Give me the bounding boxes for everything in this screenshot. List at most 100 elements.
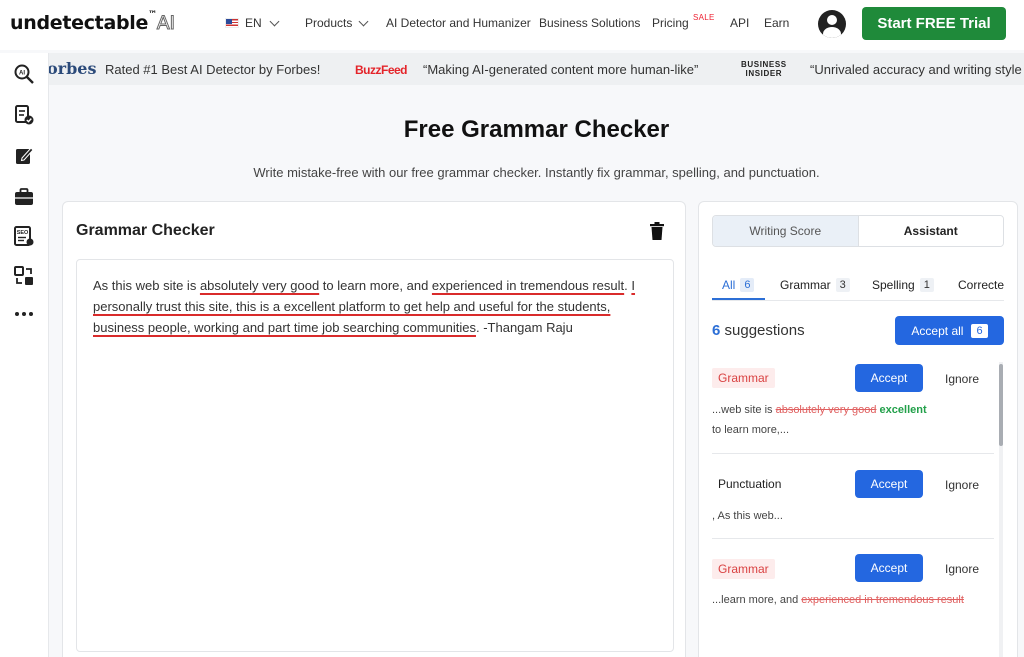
accept-all-button[interactable]: Accept all 6 — [895, 316, 1004, 345]
suggestion-context: ...learn more, and experienced in tremen… — [712, 590, 982, 610]
suggestion-context: ...web site is absolutely very good exce… — [712, 400, 982, 440]
nav-api[interactable]: API — [730, 16, 749, 30]
suggestions-heading: 6 suggestions — [712, 322, 805, 339]
language-label: EN — [245, 16, 262, 30]
forbes-logo: orbes — [49, 59, 97, 78]
nav-products[interactable]: Products — [305, 16, 369, 30]
context-text: , As this web... — [712, 510, 783, 522]
business-insider-logo-line-1: BUSINESS — [741, 60, 787, 69]
accept-button[interactable]: Accept — [855, 554, 923, 582]
press-bar: orbes Rated #1 Best AI Detector by Forbe… — [49, 53, 1024, 85]
buzzfeed-quote: “Making AI-generated content more human-… — [423, 62, 699, 77]
active-tab-indicator — [712, 298, 765, 300]
suggestion-type-badge: Grammar — [712, 368, 775, 388]
tab-grammar-count: 3 — [835, 278, 850, 292]
writing-score-tab[interactable]: Writing Score — [713, 216, 859, 246]
tab-spelling-count: 1 — [919, 278, 934, 292]
context-text: ...learn more, and — [712, 594, 802, 606]
page-title: Free Grammar Checker — [403, 116, 670, 143]
nav-earn-label: Earn — [764, 16, 790, 30]
grammar-error-highlight[interactable]: experienced in tremendous result — [432, 278, 624, 293]
tabs-divider — [712, 300, 1004, 301]
suggestions-scrollbar-thumb[interactable] — [999, 364, 1003, 446]
document-check-icon[interactable] — [13, 104, 35, 126]
tool-sidebar: AI SEO — [0, 53, 49, 657]
tab-all[interactable]: All 6 — [722, 278, 755, 292]
text-editor[interactable]: As this web site is absolutely very good… — [76, 259, 674, 652]
seo-report-icon[interactable]: SEO — [13, 225, 35, 247]
nav-ai-detector[interactable]: AI Detector and Humanizer — [386, 16, 531, 30]
chevron-down-icon — [358, 16, 369, 26]
business-insider-logo-line-2: INSIDER — [745, 69, 783, 78]
suggestion-divider — [712, 538, 994, 539]
business-insider-quote: “Unrivaled accuracy and writing style — [810, 62, 1022, 77]
brand-logo[interactable]: undetectable™AI — [10, 10, 176, 35]
ignore-button[interactable]: Ignore — [945, 372, 979, 386]
suggestion-divider — [712, 453, 994, 454]
tab-all-count: 6 — [740, 278, 755, 292]
accept-all-label: Accept all — [911, 323, 964, 338]
brand-ai: AI — [156, 12, 175, 35]
accept-button[interactable]: Accept — [855, 470, 923, 498]
panel-mode-toggle: Writing Score Assistant — [712, 215, 1004, 247]
context-text: ...web site is — [712, 404, 776, 416]
grammar-error-highlight[interactable]: absolutely very good — [200, 278, 319, 293]
trash-icon[interactable] — [649, 222, 665, 240]
nav-products-label: Products — [305, 16, 353, 30]
nav-api-label: API — [730, 16, 750, 30]
svg-text:SEO: SEO — [17, 230, 29, 236]
top-navigation: undetectable™AI EN Products AI Detector … — [0, 0, 1024, 50]
tab-spelling-label: Spelling — [872, 278, 915, 292]
briefcase-icon[interactable] — [13, 186, 35, 208]
suggestion-type-badge: Punctuation — [718, 477, 782, 491]
nav-ai-detector-label: AI Detector and Humanizer — [386, 16, 531, 30]
buzzfeed-logo: BuzzFeed — [355, 63, 408, 77]
svg-text:AI: AI — [19, 71, 25, 77]
nav-pricing-label: Pricing — [652, 16, 689, 30]
tab-all-label: All — [722, 278, 736, 292]
edit-icon[interactable] — [13, 145, 35, 167]
tab-spelling[interactable]: Spelling 1 — [872, 278, 934, 292]
suggestion-type-badge: Grammar — [712, 559, 775, 579]
tab-grammar[interactable]: Grammar 3 — [780, 278, 850, 292]
tab-corrected[interactable]: Correcte — [958, 278, 1004, 292]
removed-text: experienced in tremendous result — [801, 594, 964, 606]
suggestions-count: 6 — [712, 322, 721, 339]
grammar-checker-title: Grammar Checker — [76, 222, 215, 239]
start-free-trial-button[interactable]: Start FREE Trial — [862, 7, 1006, 40]
business-insider-logo: BUSINESS INSIDER — [741, 60, 787, 78]
nav-business-solutions[interactable]: Business Solutions — [539, 16, 640, 30]
tab-grammar-label: Grammar — [780, 278, 831, 292]
suggestion-context: , As this web... — [712, 506, 982, 526]
punctuation-error-highlight[interactable]: I — [631, 278, 635, 293]
nav-pricing[interactable]: Pricing — [652, 16, 689, 30]
suggestions-label: suggestions — [724, 322, 805, 339]
assistant-panel: Writing Score Assistant All 6 Grammar 3 Sp… — [698, 201, 1018, 657]
user-avatar-icon[interactable] — [818, 10, 846, 38]
more-icon[interactable] — [13, 303, 35, 325]
removed-text: absolutely very good — [775, 404, 877, 416]
brand-tm: ™ — [148, 10, 157, 20]
ai-search-icon[interactable]: AI — [13, 63, 35, 85]
editor-text-segment: to learn more, and — [319, 278, 432, 293]
forbes-quote: Rated #1 Best AI Detector by Forbes! — [105, 62, 321, 77]
grammar-checker-card: Grammar Checker As this web site is abso… — [62, 201, 686, 657]
language-selector[interactable]: EN — [225, 16, 280, 30]
brand-name: undetectable — [10, 12, 149, 34]
us-flag-icon — [225, 18, 239, 28]
editor-text-segment: . -Thangam Raju — [475, 320, 573, 335]
nav-business-label: Business Solutions — [539, 16, 641, 30]
accept-all-count: 6 — [971, 323, 988, 338]
editor-text-segment: As this web site is — [93, 278, 200, 293]
replacement-text: excellent — [876, 404, 927, 416]
chevron-down-icon — [269, 16, 280, 26]
accept-button[interactable]: Accept — [855, 364, 923, 392]
sale-badge: SALE — [693, 13, 715, 22]
ignore-button[interactable]: Ignore — [945, 478, 979, 492]
ignore-button[interactable]: Ignore — [945, 562, 979, 576]
context-text: to learn more,... — [712, 424, 790, 436]
transform-icon[interactable] — [13, 265, 35, 287]
page-subtitle: Write mistake-free with our free grammar… — [253, 165, 820, 180]
assistant-tab[interactable]: Assistant — [858, 216, 1003, 246]
nav-earn[interactable]: Earn — [764, 16, 789, 30]
